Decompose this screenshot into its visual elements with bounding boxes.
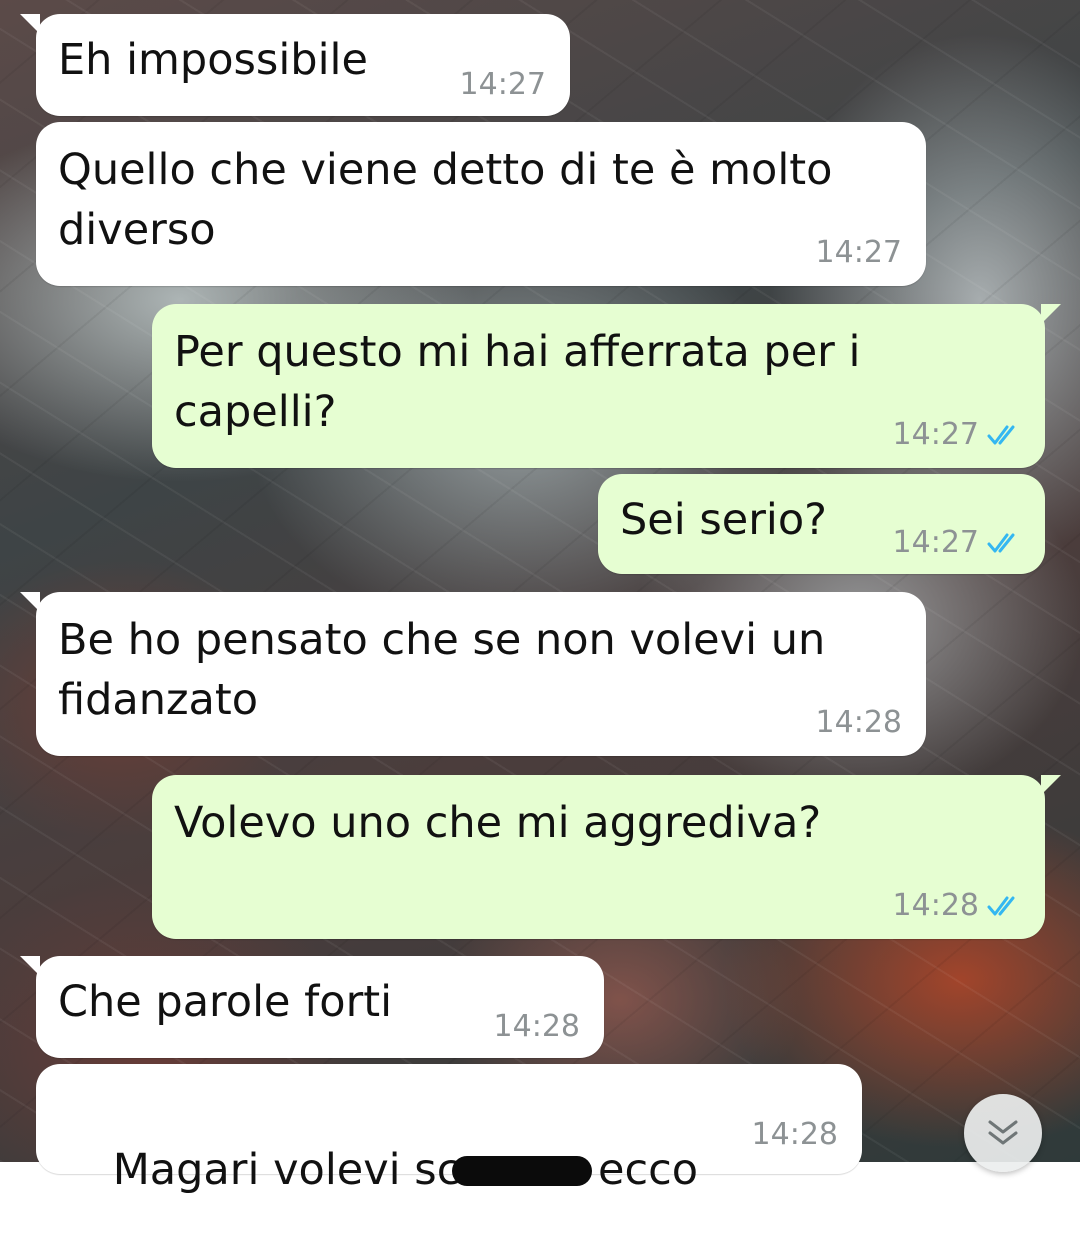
message-bubble[interactable]: Per questo mi hai afferrata per i capell… <box>152 304 1061 468</box>
message-text: Be ho pensato che se non volevi un fidan… <box>58 615 826 725</box>
message-meta: 14:28 <box>494 1009 580 1044</box>
message-text: Per questo mi hai afferrata per i capell… <box>174 327 861 437</box>
message-bubble[interactable]: Magari volevi sc ecco 14:28 <box>36 1064 862 1195</box>
message-bubble[interactable]: Quello che viene detto di te è molto div… <box>36 122 926 286</box>
message-bubble[interactable]: Che parole forti 14:28 <box>20 956 604 1058</box>
message-time: 14:27 <box>815 235 902 270</box>
message-time: 14:28 <box>493 1009 580 1044</box>
read-receipt-icon <box>987 896 1015 915</box>
message-meta: 14:27 <box>893 417 1021 452</box>
message-bubble[interactable]: Volevo uno che mi aggrediva? 14:28 <box>152 775 1061 939</box>
message-meta: 14:27 <box>460 67 546 102</box>
scroll-to-bottom-button[interactable] <box>964 1094 1042 1172</box>
message-text-part: ecco <box>598 1145 699 1195</box>
read-receipt-icon <box>987 425 1015 444</box>
redaction-mark <box>452 1155 593 1186</box>
message-meta: 14:28 <box>893 888 1021 923</box>
message-text: Eh impossibile <box>58 35 368 85</box>
message-time: 14:27 <box>892 525 979 560</box>
message-time: 14:27 <box>459 67 546 102</box>
message-time: 14:28 <box>892 888 979 923</box>
message-time: 14:27 <box>892 417 979 452</box>
message-text: Volevo uno che mi aggrediva? <box>174 798 822 848</box>
message-meta: 14:28 <box>816 705 902 740</box>
message-bubble[interactable]: Eh impossibile 14:27 <box>20 14 570 116</box>
message-meta: 14:27 <box>816 235 902 270</box>
message-text: Quello che viene detto di te è molto div… <box>58 145 833 255</box>
message-meta: 14:27 <box>893 525 1021 560</box>
message-text-part: Magari volevi sc <box>112 1145 461 1195</box>
message-text: Sei serio? <box>620 495 827 545</box>
message-bubble[interactable]: Be ho pensato che se non volevi un fidan… <box>20 592 926 756</box>
message-bubble[interactable]: Sei serio? 14:27 <box>598 474 1045 574</box>
message-time: 14:28 <box>751 1117 838 1152</box>
message-meta: 14:28 <box>752 1117 838 1152</box>
read-receipt-icon <box>987 533 1015 552</box>
message-text: Magari volevi sc ecco <box>58 1080 698 1260</box>
message-text: Che parole forti <box>58 977 393 1027</box>
double-chevron-down-icon <box>988 1120 1018 1145</box>
message-time: 14:28 <box>815 705 902 740</box>
